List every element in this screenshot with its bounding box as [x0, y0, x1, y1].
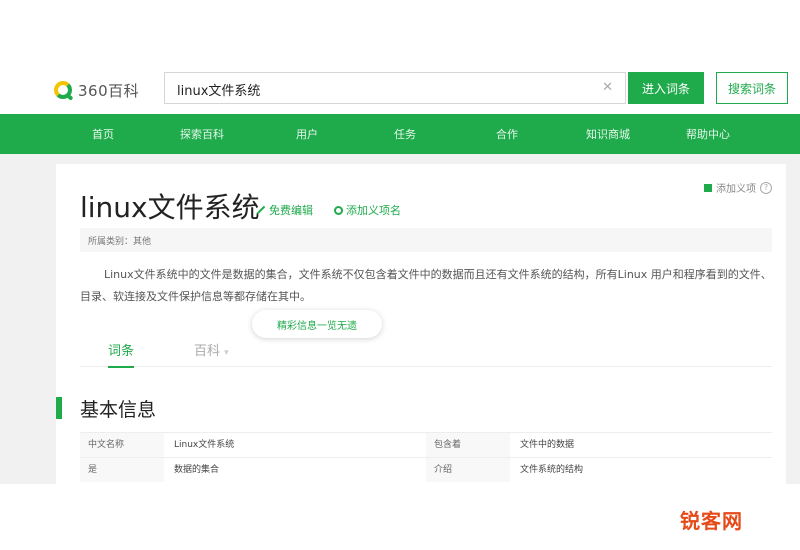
- info-label: 介绍: [426, 458, 510, 482]
- header: 360百科 ✕ 进入词条 搜索词条: [0, 66, 800, 114]
- category-bar: 所属类别：其他: [80, 228, 772, 252]
- info-value: Linux文件系统: [174, 440, 235, 450]
- add-name-link[interactable]: 添加义项名: [334, 202, 401, 218]
- edit-link[interactable]: 免费编辑: [256, 202, 313, 218]
- search-input[interactable]: [175, 73, 599, 105]
- table-row: 是 数据的集合 介绍 文件系统的结构: [80, 457, 772, 482]
- edit-label: 免费编辑: [269, 204, 313, 217]
- nav-item-tasks[interactable]: 任务: [394, 126, 416, 142]
- table-row: 中文名称 Linux文件系统 包含着 文件中的数据: [80, 432, 772, 457]
- section-marker: [56, 397, 62, 419]
- top-blank-area: [0, 0, 800, 66]
- info-label: 包含着: [426, 433, 510, 457]
- clear-icon[interactable]: ✕: [602, 80, 613, 95]
- enter-entry-button[interactable]: 进入词条: [628, 72, 704, 104]
- logo-icon: [54, 81, 72, 99]
- plus-icon: [704, 183, 712, 192]
- nav-item-help[interactable]: 帮助中心: [686, 126, 730, 142]
- tab-baike-label: 百科: [194, 344, 221, 359]
- entry-summary: Linux文件系统中的文件是数据的集合，文件系统不仅包含着文件中的数据而且还有文…: [80, 268, 772, 303]
- basic-info-title: 基本信息: [80, 398, 157, 421]
- add-name-label: 添加义项名: [346, 204, 401, 217]
- pencil-icon: [256, 205, 266, 215]
- entry-card: 添加义项 ? linux文件系统 免费编辑 添加义项名 所属类别：其他 Linu…: [56, 164, 786, 484]
- info-value: 文件系统的结构: [520, 465, 584, 475]
- entry-tabs: 词条 百科 ▾: [80, 332, 772, 368]
- basic-info-heading: 基本信息: [56, 396, 157, 421]
- logo-text: 360百科: [78, 81, 140, 100]
- nav-item-home[interactable]: 首页: [92, 126, 114, 142]
- nav-item-cooperation[interactable]: 合作: [496, 126, 518, 142]
- info-value: 文件中的数据: [520, 440, 575, 450]
- watermark-text: 锐客网: [680, 509, 743, 533]
- nav-item-explore[interactable]: 探索百科: [180, 126, 224, 142]
- add-circle-icon: [334, 205, 343, 215]
- nav-item-users[interactable]: 用户: [296, 126, 318, 142]
- tab-entry-label: 词条: [108, 344, 135, 359]
- info-label: 是: [80, 458, 164, 482]
- help-icon[interactable]: ?: [760, 181, 772, 194]
- nav-item-mall[interactable]: 知识商城: [586, 126, 630, 142]
- search-box: ✕: [164, 72, 626, 105]
- page-title: linux文件系统: [80, 191, 260, 224]
- logo[interactable]: 360百科: [54, 76, 139, 104]
- chevron-down-icon: ▾: [224, 348, 229, 358]
- tab-underline: [108, 366, 135, 368]
- basic-info-table: 中文名称 Linux文件系统 包含着 文件中的数据 是 数据的集合 介绍 文件系…: [80, 432, 772, 482]
- tab-baike[interactable]: 百科 ▾: [194, 340, 229, 359]
- search-entry-button[interactable]: 搜索词条: [716, 72, 788, 104]
- highlight-tooltip[interactable]: 精彩信息一览无遗: [252, 310, 382, 338]
- info-label: 中文名称: [80, 433, 164, 457]
- tab-entry[interactable]: 词条: [108, 340, 135, 368]
- add-item-label: 添加义项: [716, 184, 756, 195]
- main-nav: 首页 探索百科 用户 任务 合作 知识商城 帮助中心: [0, 114, 800, 154]
- add-item-link[interactable]: 添加义项 ?: [704, 180, 772, 195]
- info-value: 数据的集合: [174, 465, 220, 475]
